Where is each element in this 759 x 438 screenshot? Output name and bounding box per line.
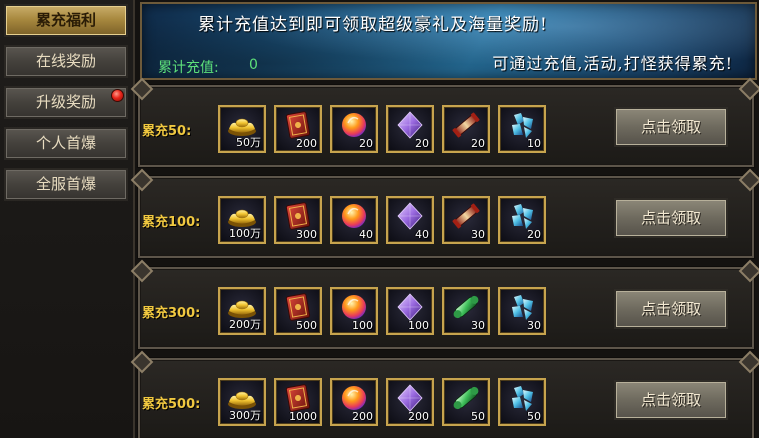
item-quantity: 300万 bbox=[229, 409, 261, 422]
claim-button[interactable]: 点击领取 bbox=[614, 107, 728, 147]
total-recharge-label: 累计充值: bbox=[158, 60, 219, 76]
reward-row: 累充100: 100万 300 40 40 30 20 点击领取 bbox=[138, 176, 754, 258]
claim-button[interactable]: 点击领取 bbox=[614, 289, 728, 329]
banner-hint: 可通过充值,活动,打怪获得累充! bbox=[492, 54, 733, 73]
fire-orb-icon bbox=[338, 202, 370, 230]
green-scroll-icon bbox=[450, 384, 482, 412]
fire-orb-icon bbox=[338, 111, 370, 139]
blue-ice-crystal-icon bbox=[506, 293, 538, 321]
item-quantity: 30 bbox=[527, 319, 541, 332]
item-quantity: 20 bbox=[415, 137, 429, 150]
reward-item-slot[interactable]: 300万 bbox=[218, 378, 266, 426]
item-quantity: 20 bbox=[359, 137, 373, 150]
reward-item-slot[interactable]: 30 bbox=[442, 196, 490, 244]
reward-item-slot[interactable]: 1000 bbox=[274, 378, 322, 426]
tab-personal-first-drop[interactable]: 个人首爆 bbox=[4, 127, 128, 160]
item-quantity: 200万 bbox=[229, 318, 261, 331]
blue-ice-crystal-icon bbox=[506, 111, 538, 139]
red-book-icon bbox=[282, 293, 314, 321]
item-quantity: 20 bbox=[471, 137, 485, 150]
tier-label: 累充100: bbox=[142, 215, 201, 230]
item-quantity: 500 bbox=[296, 319, 317, 332]
reward-item-slot[interactable]: 200 bbox=[386, 378, 434, 426]
reward-item-slot[interactable]: 20 bbox=[330, 105, 378, 153]
tier-label: 累充50: bbox=[142, 124, 192, 139]
purple-crystal-icon bbox=[394, 293, 426, 321]
tab-server-first-drop[interactable]: 全服首爆 bbox=[4, 168, 128, 201]
total-recharge-value: 0 bbox=[249, 57, 258, 73]
item-quantity: 200 bbox=[296, 137, 317, 150]
item-quantity: 1000 bbox=[289, 410, 317, 423]
reward-item-slot[interactable]: 100万 bbox=[218, 196, 266, 244]
reward-item-slot[interactable]: 20 bbox=[498, 196, 546, 244]
reward-item-slot[interactable]: 40 bbox=[330, 196, 378, 244]
reward-row: 累充500: 300万 1000 200 200 50 50 点击领取 bbox=[138, 358, 754, 438]
item-quantity: 200 bbox=[408, 410, 429, 423]
reward-item-slot[interactable]: 200 bbox=[274, 105, 322, 153]
red-book-icon bbox=[282, 111, 314, 139]
item-quantity: 50 bbox=[527, 410, 541, 423]
reward-item-slot[interactable]: 300 bbox=[274, 196, 322, 244]
item-quantity: 100 bbox=[408, 319, 429, 332]
red-book-icon bbox=[282, 384, 314, 412]
item-quantity: 40 bbox=[415, 228, 429, 241]
tab-level-reward-label: 升级奖励 bbox=[35, 93, 96, 111]
item-quantity: 200 bbox=[352, 410, 373, 423]
item-quantity: 100万 bbox=[229, 227, 261, 240]
reward-item-slot[interactable]: 30 bbox=[498, 287, 546, 335]
item-quantity: 30 bbox=[471, 228, 485, 241]
red-book-icon bbox=[282, 202, 314, 230]
reward-item-slot[interactable]: 20 bbox=[442, 105, 490, 153]
reward-row: 累充300: 200万 500 100 100 30 30 点击领取 bbox=[138, 267, 754, 349]
reward-item-slot[interactable]: 50 bbox=[498, 378, 546, 426]
reward-item-slot[interactable]: 50万 bbox=[218, 105, 266, 153]
reward-row: 累充50: 50万 200 20 20 20 10 点击领取 bbox=[138, 85, 754, 167]
item-quantity: 100 bbox=[352, 319, 373, 332]
reward-item-slot[interactable]: 40 bbox=[386, 196, 434, 244]
tier-label: 累充300: bbox=[142, 306, 201, 321]
tab-online-reward[interactable]: 在线奖励 bbox=[4, 45, 128, 78]
item-quantity: 50 bbox=[471, 410, 485, 423]
reward-item-slot[interactable]: 100 bbox=[330, 287, 378, 335]
item-quantity: 10 bbox=[527, 137, 541, 150]
claim-button[interactable]: 点击领取 bbox=[614, 380, 728, 420]
tab-level-reward[interactable]: 升级奖励 bbox=[4, 86, 128, 119]
reward-item-slot[interactable]: 50 bbox=[442, 378, 490, 426]
red-scroll-icon bbox=[450, 202, 482, 230]
blue-ice-crystal-icon bbox=[506, 384, 538, 412]
reward-item-slot[interactable]: 30 bbox=[442, 287, 490, 335]
tier-label: 累充500: bbox=[142, 397, 201, 412]
reward-item-slot[interactable]: 100 bbox=[386, 287, 434, 335]
reward-item-slot[interactable]: 10 bbox=[498, 105, 546, 153]
reward-item-slot[interactable]: 200万 bbox=[218, 287, 266, 335]
banner-headline: 累计充值达到即可领取超级豪礼及海量奖励! bbox=[198, 15, 548, 35]
purple-crystal-icon bbox=[394, 111, 426, 139]
blue-ice-crystal-icon bbox=[506, 202, 538, 230]
fire-orb-icon bbox=[338, 384, 370, 412]
item-quantity: 50万 bbox=[236, 136, 261, 149]
item-quantity: 300 bbox=[296, 228, 317, 241]
item-quantity: 20 bbox=[527, 228, 541, 241]
notification-dot-icon bbox=[111, 89, 124, 102]
green-scroll-icon bbox=[450, 293, 482, 321]
tab-cumulative-recharge[interactable]: 累充福利 bbox=[4, 4, 128, 37]
reward-item-slot[interactable]: 200 bbox=[330, 378, 378, 426]
fire-orb-icon bbox=[338, 293, 370, 321]
claim-button[interactable]: 点击领取 bbox=[614, 198, 728, 238]
item-quantity: 40 bbox=[359, 228, 373, 241]
reward-item-slot[interactable]: 20 bbox=[386, 105, 434, 153]
banner: 累计充值达到即可领取超级豪礼及海量奖励! 累计充值: 0 可通过充值,活动,打怪… bbox=[140, 2, 757, 80]
red-scroll-icon bbox=[450, 111, 482, 139]
item-quantity: 30 bbox=[471, 319, 485, 332]
purple-crystal-icon bbox=[394, 202, 426, 230]
reward-item-slot[interactable]: 500 bbox=[274, 287, 322, 335]
purple-crystal-icon bbox=[394, 384, 426, 412]
sidebar: 累充福利 在线奖励 升级奖励 个人首爆 全服首爆 bbox=[0, 0, 135, 438]
